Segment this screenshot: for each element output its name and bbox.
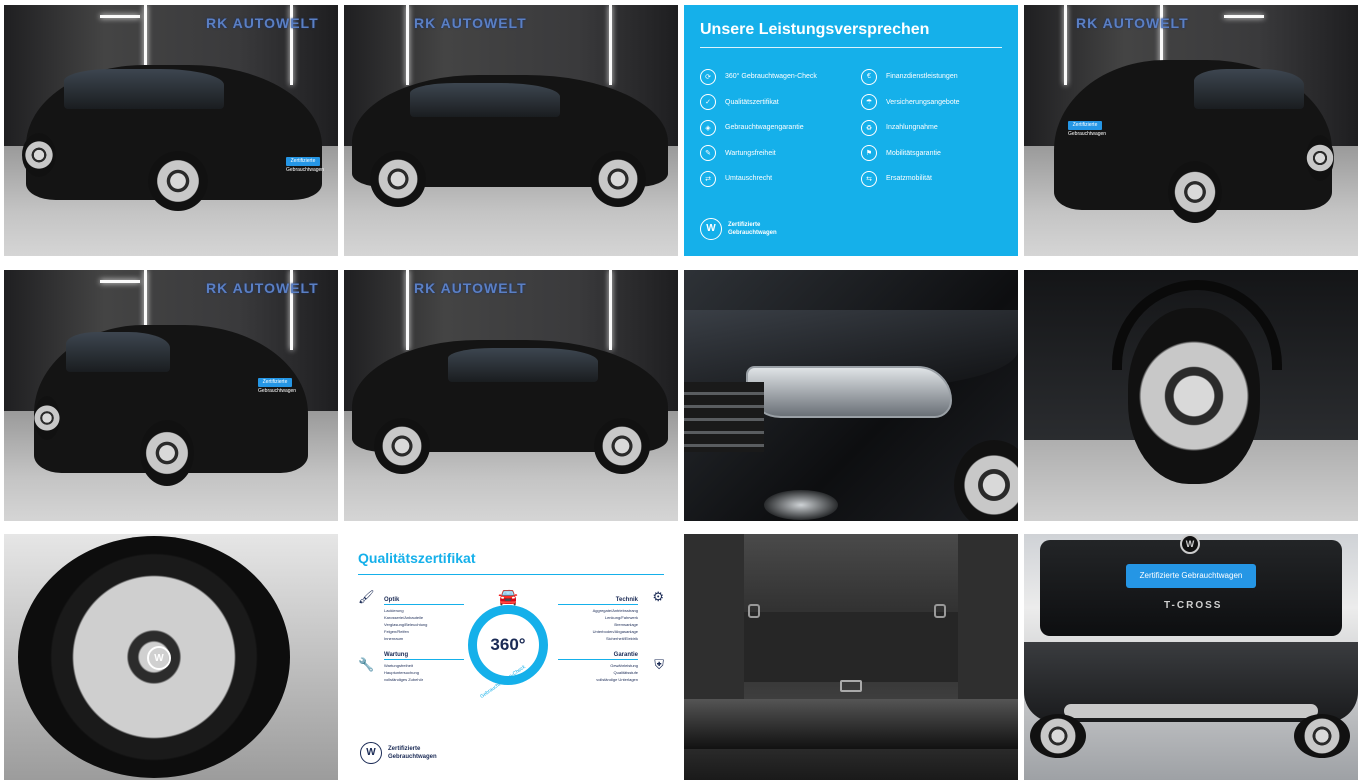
car-window [448,348,598,382]
image-gallery-grid: RK AUTOWELT Zertifizierte Gebrauchtwagen… [0,0,1365,780]
gallery-image-alloy-wheel-closeup[interactable]: W [4,534,338,780]
wheel-icon [140,420,194,486]
wheel-icon [22,133,56,177]
promise-item: ✓ Qualitätszertifikat [700,90,841,116]
vw-logo-icon: W [700,218,722,240]
vw-hub-logo-icon: W [147,646,171,670]
car-window [66,332,170,372]
brand-watermark: RK AUTOWELT [414,280,527,296]
diffuser-trim [1064,704,1318,718]
replacement-car-icon: ⇆ [861,170,877,187]
wheel-icon [1294,714,1350,758]
headlight [746,366,952,418]
brand-watermark: RK AUTOWELT [206,280,319,296]
gallery-image-headlight-detail[interactable] [684,270,1018,521]
check-car-icon: ⟳ [700,68,716,85]
trade-in-icon: ♻ [861,119,877,136]
exchange-icon: ⇄ [700,170,716,187]
gallery-image-rear-tailgate[interactable]: W Zertifizierte Gebrauchtwagen T-CROSS [1024,534,1358,780]
gallery-image-front-wheel-detail[interactable] [1024,270,1358,521]
wheel-icon [148,151,208,211]
wheel-icon [590,151,646,207]
promise-item: ◈ Gebrauchtwagengarantie [700,115,841,141]
promise-item: ☂ Versicherungsangebote [861,90,1002,116]
wheel-icon [954,440,1018,521]
promise-item: ✎ Wartungsfreiheit [700,141,841,167]
vw-certified-footer: W Zertifizierte Gebrauchtwagen [360,742,437,764]
cert-card-title: Qualitätszertifikat [358,550,476,566]
promise-item: ⚑ Mobilitätsgarantie [861,141,1002,167]
promise-item: ⇄ Umtauschrecht [700,166,841,192]
vw-certified-footer: W Zertifizierte Gebrauchtwagen [700,218,777,240]
bumper-sill [684,699,1018,749]
wheel-icon [374,418,430,474]
mobility-icon: ⚑ [861,145,877,162]
wheel-icon [1030,714,1086,758]
brand-watermark: RK AUTOWELT [206,15,319,31]
gallery-image-front-left-three-quarter[interactable]: RK AUTOWELT Zertifizierte Gebrauchtwagen [4,5,338,256]
promise-item: ♻ Inzahlungnahme [861,115,1002,141]
tie-down-hook-icon [934,604,946,618]
gallery-image-rear-left-three-quarter[interactable]: RK AUTOWELT Zertifizierte Gebrauchtwagen [4,270,338,521]
promise-item: ⇆ Ersatzmobilität [861,166,1002,192]
trunk-floor [724,612,978,682]
vw-rear-logo-icon: W [1180,534,1200,554]
check-360-badge: 360° [468,605,548,685]
cert-optik-group: Optik Lackierung Karosserie/Anbauteile V… [358,595,468,683]
license-plate: Zertifizierte Gebrauchtwagen [286,157,325,173]
gallery-image-left-side-profile[interactable]: RK AUTOWELT [344,270,678,521]
car-window [64,69,224,109]
cert-card[interactable]: Qualitätszertifikat 🖌 ⚙ 🔧 ⛨ Optik Lackie… [344,534,678,780]
wheel-icon [594,418,650,474]
brand-watermark: RK AUTOWELT [1076,15,1189,31]
shield-icon: ◈ [700,119,716,136]
promise-item: ⟳ 360° Gebrauchtwagen-Check [700,64,841,90]
license-plate: Zertifizierte Gebrauchtwagen [258,378,297,394]
cert-technik-group: Technik Aggregate/Antriebsstrang Lenkung… [554,595,664,683]
wheel-icon [1168,161,1222,223]
car-check-icon: 🚘 [498,589,518,606]
finance-icon: € [861,68,877,85]
certificate-icon: ✓ [700,94,716,111]
wheel-icon [34,396,60,440]
wrench-icon: ✎ [700,145,716,162]
wheel-icon [1306,135,1334,181]
promise-card[interactable]: Unsere Leistungsversprechen ⟳ 360° Gebrau… [684,5,1018,256]
tailgate [1040,540,1342,636]
trunk-side-left [684,534,744,704]
trunk-latch [840,680,862,692]
model-badge: T-CROSS [1164,600,1223,611]
wheel-icon [370,151,426,207]
promise-item: € Finanzdienstleistungen [861,64,1002,90]
license-plate: Zertifizierte Gebrauchtwagen [1126,564,1256,588]
car-window [410,83,560,117]
grille [684,382,764,452]
insurance-icon: ☂ [861,94,877,111]
gallery-image-rear-right-three-quarter[interactable]: RK AUTOWELT Zertifizierte Gebrauchtwagen [1024,5,1358,256]
gallery-image-right-side-profile[interactable]: RK AUTOWELT [344,5,678,256]
vw-logo-icon: W [360,742,382,764]
fog-light [764,490,838,520]
brand-watermark: RK AUTOWELT [414,15,527,31]
trunk-side-right [958,534,1018,704]
license-plate: Zertifizierte Gebrauchtwagen [1068,121,1107,137]
promise-card-title: Unsere Leistungsversprechen [700,21,930,38]
gallery-image-trunk-interior[interactable] [684,534,1018,780]
car-window [1194,69,1304,109]
tie-down-hook-icon [748,604,760,618]
